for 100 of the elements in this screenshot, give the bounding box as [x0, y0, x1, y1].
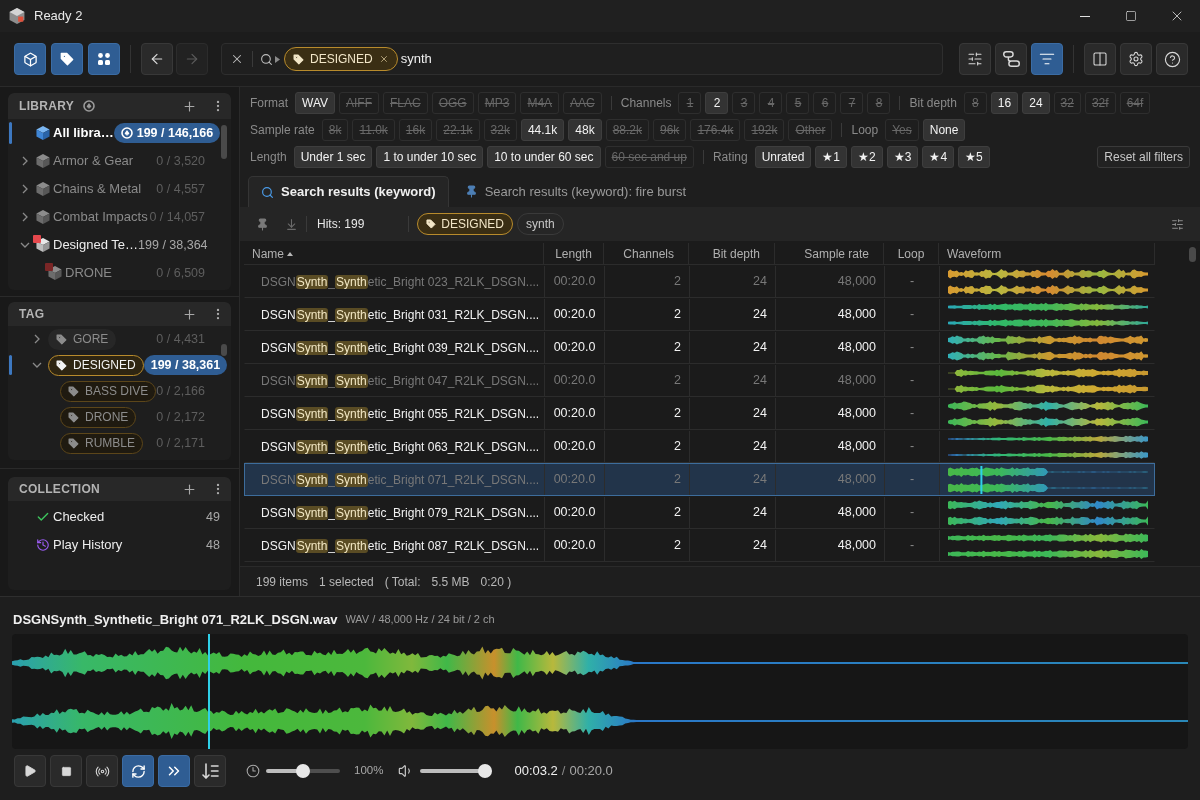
table-row[interactable]: DSGNSynth_Synthetic_Bright 087_R2LK_DSGN.... 00:20.0 2 24 48,000 -: [244, 529, 1155, 562]
arrow-down-icon[interactable]: [285, 217, 298, 231]
search-input[interactable]: synth: [400, 49, 942, 69]
view-toggle-button[interactable]: [1031, 43, 1063, 75]
player-button[interactable]: [14, 755, 46, 787]
view-toggle-button[interactable]: [995, 43, 1027, 75]
scrollbar-thumb[interactable]: [221, 125, 227, 159]
item-count: 0 / 2,172: [156, 408, 206, 426]
player-button[interactable]: [122, 755, 154, 787]
table-row[interactable]: DSGNSynth_Synthetic_Bright 047_R2LK_DSGN.... 00:20.0 2 24 48,000 -: [244, 364, 1155, 397]
table-row[interactable]: DSGNSynth_Synthetic_Bright 055_R2LK_DSGN.... 00:20.0 2 24 48,000 -: [244, 397, 1155, 430]
mode-toggle-button[interactable]: [14, 43, 46, 75]
player-button[interactable]: [50, 755, 82, 787]
library-item[interactable]: Designed Te…: [53, 235, 139, 255]
chevron-icon[interactable]: [20, 156, 30, 166]
table-row[interactable]: DSGNSynth_Synthetic_Bright 079_R2LK_DSGN.... 00:20.0 2 24 48,000 -: [244, 496, 1155, 529]
filter-option[interactable]: ★2: [851, 145, 883, 168]
column-header[interactable]: Sample rate: [775, 243, 884, 264]
filter-option[interactable]: ★5: [958, 145, 990, 168]
filter-option[interactable]: 48k: [568, 118, 602, 141]
tag-chip[interactable]: RUMBLE: [60, 432, 143, 454]
sliders-icon[interactable]: [1171, 217, 1184, 231]
search-icon: [261, 185, 274, 199]
column-header[interactable]: Loop: [884, 243, 939, 264]
table-row[interactable]: DSGNSynth_Synthetic_Bright 023_R2LK_DSGN.... 00:20.0 2 24 48,000 -: [244, 265, 1155, 298]
cube-icon: [36, 154, 50, 168]
speed-slider[interactable]: [266, 764, 340, 778]
column-header[interactable]: Bit depth: [689, 243, 775, 264]
count-badge: 199 / 38,361: [143, 355, 228, 375]
table-row[interactable]: DSGNSynth_Synthetic_Bright 071_R2LK_DSGN.... 00:20.0 2 24 48,000 -: [244, 463, 1155, 496]
library-item[interactable]: Combat Impacts: [53, 207, 148, 227]
library-item[interactable]: All libra…: [53, 123, 114, 143]
item-count: 0 / 2,166: [156, 382, 206, 400]
filter-option[interactable]: 16: [990, 91, 1019, 114]
column-header[interactable]: Length: [544, 243, 604, 264]
results-tab[interactable]: Search results (keyword): [248, 176, 449, 207]
chevron-icon[interactable]: [32, 360, 42, 370]
pin-icon[interactable]: [256, 217, 269, 231]
library-item[interactable]: DRONE: [65, 263, 112, 283]
reset-filters-button[interactable]: Reset all filters: [1097, 145, 1190, 168]
tag-chip[interactable]: BASS DIVE: [60, 380, 157, 402]
column-header[interactable]: Waveform: [939, 243, 1155, 264]
table-cell-text: DSGNSynth_Synthetic_Bright 031_R2LK_DSGN....: [261, 306, 540, 324]
player-button[interactable]: [194, 755, 226, 787]
filter-option[interactable]: 1 to under 10 sec: [376, 145, 484, 168]
add-icon[interactable]: [182, 481, 197, 497]
tag-chip[interactable]: DESIGNED: [284, 47, 398, 71]
filter-option[interactable]: 10 to under 60 sec: [487, 145, 601, 168]
add-icon[interactable]: [182, 306, 197, 322]
collection-item[interactable]: Checked: [53, 507, 105, 527]
chevron-icon[interactable]: [32, 334, 42, 344]
filter-option[interactable]: ★4: [922, 145, 955, 168]
filter-option[interactable]: Under 1 sec: [293, 145, 373, 168]
filter-option[interactable]: ★3: [886, 145, 919, 168]
nav-button[interactable]: [141, 43, 173, 75]
column-header[interactable]: Channels: [604, 243, 689, 264]
chevron-icon[interactable]: [20, 184, 30, 194]
table-cell-text: 2: [674, 537, 681, 555]
chevron-icon[interactable]: [20, 240, 30, 250]
chevron-icon[interactable]: [20, 212, 30, 222]
app-toolbar-button[interactable]: [1120, 43, 1152, 75]
scrollbar-thumb[interactable]: [1189, 247, 1196, 262]
mode-toggle-button[interactable]: [51, 43, 83, 75]
repeat-icon: [130, 763, 146, 779]
player-button[interactable]: [158, 755, 190, 787]
table-cell-text: -: [909, 306, 915, 324]
column-header[interactable]: Name: [244, 243, 544, 264]
volume-slider[interactable]: [420, 764, 493, 778]
scrollbar-thumb[interactable]: [221, 344, 227, 356]
library-item[interactable]: Chains & Metal: [53, 179, 142, 199]
app-toolbar-button[interactable]: [1084, 43, 1116, 75]
results-tab[interactable]: Search results (keyword): fire burst: [452, 176, 699, 207]
add-icon[interactable]: [182, 98, 197, 114]
table-row[interactable]: DSGNSynth_Synthetic_Bright 031_R2LK_DSGN.... 00:20.0 2 24 48,000 -: [244, 298, 1155, 331]
filter-option[interactable]: ★1: [815, 145, 848, 168]
cube-icon: [36, 210, 50, 224]
tag-chip[interactable]: DRONE: [60, 406, 137, 428]
app-logo-icon: [9, 8, 25, 24]
table-cell-text: 00:20.0: [553, 504, 596, 522]
slider-handle[interactable]: [478, 764, 493, 778]
tag-chip[interactable]: DESIGNED: [48, 354, 144, 376]
filter-option[interactable]: None: [922, 118, 966, 141]
filter-option[interactable]: 2: [705, 91, 729, 114]
filter-option[interactable]: 24: [1022, 91, 1050, 114]
filter-option[interactable]: WAV: [295, 91, 335, 114]
table-cell-text: DSGNSynth_Synthetic_Bright 047_R2LK_DSGN....: [261, 372, 540, 390]
mode-toggle-button[interactable]: [88, 43, 120, 75]
filter-option[interactable]: 44.1k: [520, 118, 565, 141]
collection-item[interactable]: Play History: [53, 535, 123, 555]
search-field[interactable]: DESIGNED synth: [221, 43, 943, 75]
player-button[interactable]: [86, 755, 118, 787]
library-item[interactable]: Armor & Gear: [53, 151, 134, 171]
tag-chip[interactable]: GORE: [48, 328, 117, 350]
filter-label: Sample rate: [250, 121, 315, 139]
playhead-line[interactable]: [208, 634, 211, 749]
table-row[interactable]: DSGNSynth_Synthetic_Bright 039_R2LK_DSGN.... 00:20.0 2 24 48,000 -: [244, 331, 1155, 364]
app-toolbar-button[interactable]: [1156, 43, 1188, 75]
slider-handle[interactable]: [296, 764, 310, 778]
view-toggle-button[interactable]: [959, 43, 991, 75]
filter-option[interactable]: Unrated: [754, 145, 812, 168]
